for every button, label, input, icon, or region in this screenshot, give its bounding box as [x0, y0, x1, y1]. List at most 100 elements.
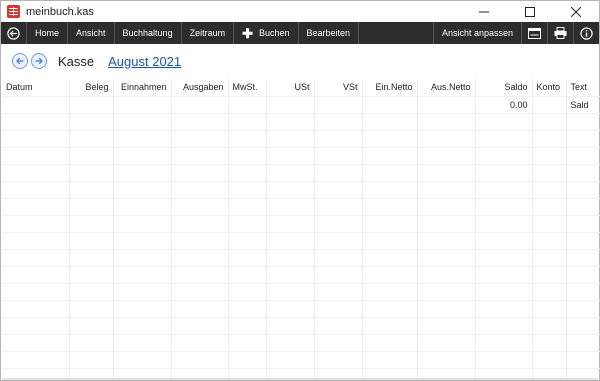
next-period-button[interactable]	[31, 53, 47, 69]
close-button[interactable]	[553, 1, 599, 22]
table-row[interactable]	[2, 300, 600, 318]
table-cell	[566, 198, 600, 216]
table-cell	[417, 96, 476, 114]
adjust-view-button[interactable]: Ansicht anpassen	[432, 22, 521, 44]
table-cell	[314, 266, 363, 284]
table-cell	[2, 317, 70, 335]
table-cell	[113, 266, 172, 284]
table-cell	[266, 232, 315, 250]
column-header-vst[interactable]: VSt	[314, 79, 363, 97]
table-cell	[314, 334, 363, 352]
table-cell	[2, 96, 70, 114]
table-cell	[314, 232, 363, 250]
table-cell	[171, 130, 229, 148]
table-cell	[532, 317, 567, 335]
period-link[interactable]: August 2021	[108, 54, 181, 69]
table-row[interactable]	[2, 266, 600, 284]
table-cell	[171, 164, 229, 182]
table-cell	[417, 351, 476, 369]
table-cell	[113, 232, 172, 250]
table-cell	[171, 96, 229, 114]
menu-ansicht[interactable]: Ansicht	[68, 22, 115, 44]
table-row[interactable]	[2, 164, 600, 182]
plus-icon: ✚	[242, 25, 253, 41]
maximize-button[interactable]	[507, 1, 553, 22]
print-button[interactable]	[547, 22, 573, 44]
horizontal-scrollbar[interactable]	[2, 378, 598, 380]
column-header-text[interactable]: Text	[566, 79, 600, 97]
table-row[interactable]	[2, 147, 600, 165]
view-toggle-button[interactable]	[521, 22, 547, 44]
back-arrow-icon	[7, 26, 20, 40]
table-cell	[69, 198, 114, 216]
table-cell	[113, 215, 172, 233]
menu-bearbeiten[interactable]: Bearbeiten	[299, 22, 360, 44]
table-cell	[171, 317, 229, 335]
info-button[interactable]	[573, 22, 599, 44]
column-header-ust[interactable]: USt	[266, 79, 315, 97]
menu-zeitraum[interactable]: Zeitraum	[182, 22, 235, 44]
table-cell	[417, 198, 476, 216]
table-cell	[69, 266, 114, 284]
table-row[interactable]	[2, 215, 600, 233]
table-row[interactable]	[2, 232, 600, 250]
table-cell	[2, 351, 70, 369]
table-row[interactable]	[2, 249, 600, 267]
table-cell	[113, 317, 172, 335]
table-cell	[314, 198, 363, 216]
column-header-mwst[interactable]: MwSt.	[228, 79, 267, 97]
back-button[interactable]	[1, 22, 27, 44]
table-cell	[69, 334, 114, 352]
table-cell	[566, 147, 600, 165]
table-cell	[417, 232, 476, 250]
column-header-einnahmen[interactable]: Einnahmen	[113, 79, 172, 97]
table-cell	[2, 249, 70, 267]
page-title: Kasse	[58, 53, 95, 69]
table-cell	[171, 113, 229, 131]
table-cell	[314, 283, 363, 301]
table-cell	[171, 266, 229, 284]
table-cell	[532, 164, 567, 182]
table-cell	[69, 232, 114, 250]
table-cell	[228, 113, 267, 131]
table-cell	[228, 317, 267, 335]
arrow-left-icon	[16, 57, 24, 65]
column-header-datum[interactable]: Datum	[2, 79, 70, 97]
table-row[interactable]	[2, 334, 600, 352]
table-row[interactable]	[2, 317, 600, 335]
table-cell	[2, 130, 70, 148]
table-row[interactable]	[2, 113, 600, 131]
table-cell	[171, 198, 229, 216]
table-cell	[362, 232, 418, 250]
previous-period-button[interactable]	[12, 53, 28, 69]
table-row[interactable]: 0.00 Sald	[2, 96, 600, 114]
table-cell	[417, 266, 476, 284]
table-cell	[362, 181, 418, 199]
table-cell	[113, 181, 172, 199]
table-row[interactable]	[2, 351, 600, 369]
menu-buchhaltung[interactable]: Buchhaltung	[115, 22, 182, 44]
table-cell	[475, 300, 533, 318]
column-header-saldo[interactable]: Saldo	[475, 79, 533, 97]
menu-buchen[interactable]: ✚ Buchen	[234, 22, 299, 44]
table-row[interactable]	[2, 283, 600, 301]
column-header-beleg[interactable]: Beleg	[69, 79, 114, 97]
table-cell	[566, 113, 600, 131]
table-cell	[362, 249, 418, 267]
table-cell	[314, 300, 363, 318]
table-cell	[532, 130, 567, 148]
table-cell	[362, 283, 418, 301]
table-cell	[266, 96, 315, 114]
table-cell	[566, 266, 600, 284]
column-header-ausgaben[interactable]: Ausgaben	[171, 79, 229, 97]
table-cell	[69, 351, 114, 369]
column-header-konto[interactable]: Konto	[532, 79, 567, 97]
table-row[interactable]	[2, 130, 600, 148]
table-cell	[566, 130, 600, 148]
minimize-button[interactable]	[461, 1, 507, 22]
table-row[interactable]	[2, 198, 600, 216]
table-row[interactable]	[2, 181, 600, 199]
menu-home[interactable]: Home	[27, 22, 69, 44]
column-header-aus-netto[interactable]: Aus.Netto	[417, 79, 476, 97]
column-header-ein-netto[interactable]: Ein.Netto	[362, 79, 418, 97]
